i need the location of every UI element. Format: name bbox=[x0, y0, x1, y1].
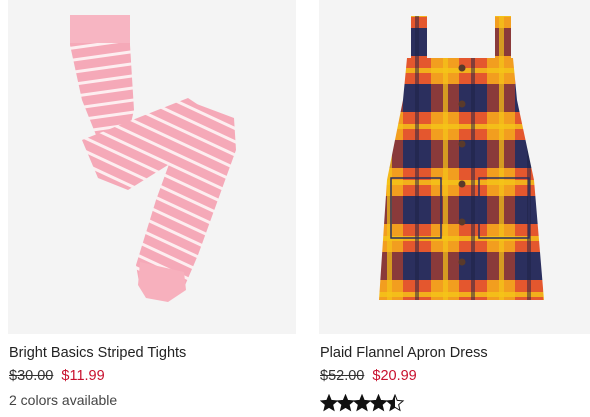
star-icon bbox=[336, 394, 355, 412]
product-image-striped-tights[interactable] bbox=[8, 0, 296, 334]
star-icon bbox=[385, 394, 405, 412]
product-prices: $30.00 $11.99 bbox=[9, 368, 105, 384]
original-price: $52.00 bbox=[320, 368, 365, 384]
star-icon bbox=[369, 394, 388, 412]
product-card-striped-tights[interactable]: Bright Basics Striped Tights $30.00 $11.… bbox=[8, 0, 296, 408]
star-rating bbox=[320, 394, 405, 412]
product-card-plaid-dress[interactable]: Plaid Flannel Apron Dress $52.00 $20.99 bbox=[319, 0, 590, 412]
star-icon bbox=[320, 394, 339, 412]
product-name[interactable]: Plaid Flannel Apron Dress bbox=[320, 345, 488, 361]
striped-tights-image bbox=[70, 15, 236, 302]
sale-price: $11.99 bbox=[61, 368, 105, 384]
product-name[interactable]: Bright Basics Striped Tights bbox=[9, 345, 186, 361]
product-image-plaid-dress[interactable] bbox=[319, 0, 590, 334]
original-price: $30.00 bbox=[9, 368, 54, 384]
sale-price: $20.99 bbox=[372, 368, 417, 384]
plaid-dress-image bbox=[379, 16, 544, 300]
colors-available[interactable]: 2 colors available bbox=[9, 392, 117, 408]
product-prices: $52.00 $20.99 bbox=[320, 368, 417, 384]
star-icon bbox=[352, 394, 372, 412]
